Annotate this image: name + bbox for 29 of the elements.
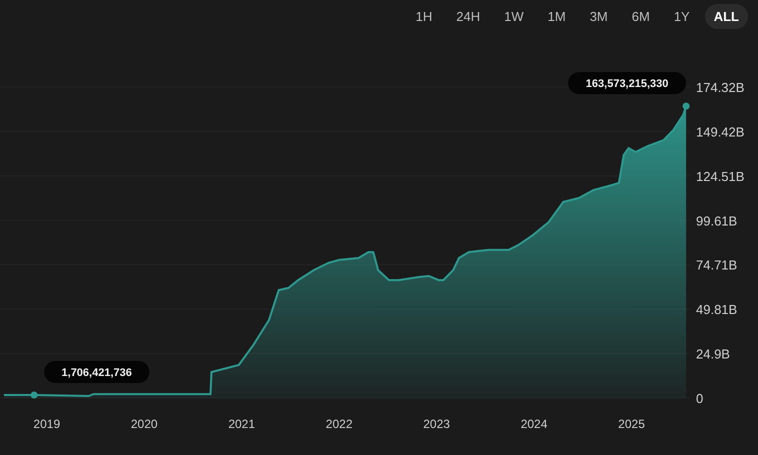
time-range-tab[interactable]: 1Y [664, 4, 699, 28]
y-axis-label: 99.61B [696, 213, 738, 228]
time-range-tab[interactable]: 1H [406, 4, 442, 28]
x-axis-label: 2024 [520, 417, 548, 431]
y-axis-label: 124.51B [696, 168, 744, 184]
y-axis-label: 0 [696, 391, 704, 406]
x-axis-label: 2025 [618, 417, 645, 431]
y-axis-label: 24.9B [696, 346, 730, 362]
x-axis-label: 2020 [130, 417, 158, 431]
time-range-tab[interactable]: 24H [447, 4, 490, 28]
time-range-tab[interactable]: ALL [704, 4, 748, 28]
y-axis-label: 74.71B [696, 258, 738, 273]
x-axis-label: 2022 [326, 417, 352, 431]
annotation: 163,573,215,330 [586, 78, 668, 90]
time-range-tab[interactable]: 1W [495, 4, 533, 28]
time-range-tab[interactable]: 6M [622, 4, 659, 28]
value-tooltip: 163,573,215,330 [568, 72, 686, 94]
data-point-marker [682, 102, 690, 110]
x-axis-label: 2023 [423, 417, 450, 431]
time-range-tab[interactable]: 3M [580, 4, 617, 28]
annotation: 1,706,421,736 [62, 366, 132, 379]
data-point-marker [30, 391, 38, 398]
y-axis-label: 149.42B [696, 124, 744, 140]
y-axis-label: 174.32B [696, 80, 744, 95]
y-axis-label: 49.81B [696, 302, 738, 318]
x-axis-label: 2019 [33, 417, 60, 431]
x-axis-label: 2021 [228, 417, 256, 431]
time-range-tab[interactable]: 1M [538, 4, 575, 28]
value-tooltip: 1,706,421,736 [44, 360, 150, 383]
